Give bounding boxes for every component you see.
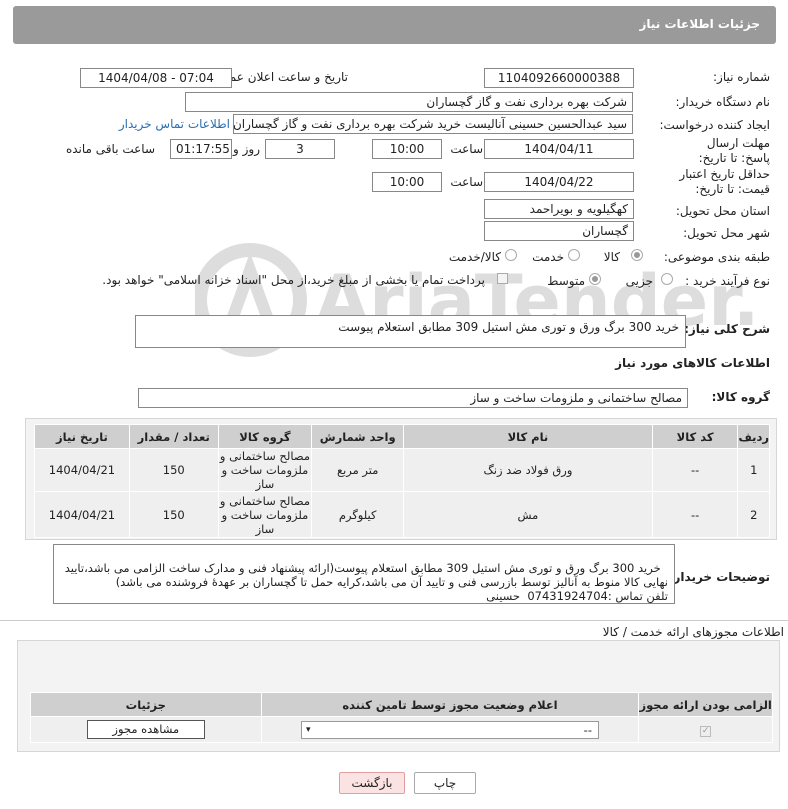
cell-name: ورق فولاد ضد زنگ (403, 448, 653, 492)
buyer-contact-link[interactable]: اطلاعات تماس خریدار (119, 117, 230, 131)
category-option-both: کالا/خدمت (448, 250, 501, 264)
col-group: گروه کالا (217, 424, 313, 449)
category-option-goods: کالا (603, 250, 620, 264)
deadline-time-field: 10:00 (372, 139, 442, 159)
cell-index: 2 (737, 491, 770, 538)
days-label: روز و (233, 142, 260, 156)
chevron-down-icon: ▾ (305, 724, 311, 735)
permit-status-select[interactable]: -- ▾ (300, 720, 599, 739)
remaining-time-field: 01:17:55 (170, 139, 232, 159)
validity-time-field: 10:00 (372, 172, 442, 192)
back-button[interactable]: بازگشت (339, 772, 405, 794)
cell-unit: کیلوگرم (311, 491, 405, 538)
permit-required-cell: ✓ (638, 716, 773, 743)
col-permit-details: جزئیات (30, 692, 262, 717)
need-number-label: شماره نیاز: (713, 70, 770, 84)
cell-qty: 150 (128, 491, 219, 538)
province-field: کهگیلویه و بویراحمد (484, 199, 634, 219)
process-label: نوع فرآیند خرید : (685, 274, 770, 288)
print-button[interactable]: چاپ (414, 772, 476, 794)
cell-index: 1 (737, 448, 770, 492)
page-header: جزئیات اطلاعات نیاز (13, 6, 776, 44)
permits-section-title: اطلاعات مجوزهای ارائه خدمت / کالا (602, 625, 784, 639)
need-number-field: 1104092660000388 (484, 68, 634, 88)
validity-date-field: 1404/04/22 (484, 172, 634, 192)
city-field: گچساران (484, 221, 634, 241)
category-radio-goods[interactable] (631, 249, 643, 261)
col-permit-status: اعلام وضعیت مجوز توسط تامین کننده (260, 692, 640, 717)
col-unit: واحد شمارش (311, 424, 405, 449)
process-option-medium: متوسط (547, 274, 585, 288)
permit-details-cell: مشاهده مجوز (30, 716, 262, 743)
permit-status-cell: -- ▾ (260, 716, 640, 743)
col-code: کد کالا (651, 424, 739, 449)
summary-text: خرید 300 برگ ورق و توری مش استیل 309 مطا… (338, 320, 679, 334)
days-field: 3 (265, 139, 335, 159)
buyer-org-label: نام دستگاه خریدار: (675, 95, 771, 109)
cell-unit: متر مربع (311, 448, 405, 492)
cell-group: مصالح ساختمانی و ملزومات ساخت و ساز (217, 448, 313, 492)
cell-name: مش (403, 491, 653, 538)
view-permit-button[interactable]: مشاهده مجوز (86, 720, 205, 739)
buyer-notes-textarea[interactable]: خرید 300 برگ ورق و توری مش استیل 309 مطا… (53, 544, 675, 604)
category-label: طبقه بندی موضوعی: (663, 250, 770, 264)
cell-code: -- (651, 491, 739, 538)
buyer-org-field: شرکت بهره برداری نفت و گاز گچساران (185, 92, 633, 112)
table-row: 2 -- مش کیلوگرم مصالح ساختمانی و ملزومات… (34, 491, 770, 538)
category-option-service: خدمت (532, 250, 564, 264)
validity-time-label: ساعت (450, 175, 483, 189)
process-radio-minor[interactable] (661, 273, 673, 285)
col-name: نام کالا (403, 424, 653, 449)
process-option-minor: جزیی (625, 274, 653, 288)
validity-label: حداقل تاریخ اعتبار قیمت: تا تاریخ: (679, 167, 770, 196)
deadline-date-field: 1404/04/11 (484, 139, 634, 159)
creator-field: سید عبدالحسین حسینی آنالیست خرید شرکت به… (233, 114, 633, 134)
buyer-notes-text: خرید 300 برگ ورق و توری مش استیل 309 مطا… (64, 561, 668, 603)
col-permit-required: الزامی بودن ارائه مجوز (638, 692, 773, 717)
col-index: ردیف (737, 424, 770, 449)
city-label: شهر محل تحویل: (683, 226, 770, 240)
permit-status-value: -- (583, 722, 592, 737)
table-row: 1 -- ورق فولاد ضد زنگ متر مربع مصالح ساخ… (34, 448, 770, 492)
payment-note: پرداخت تمام یا بخشی از مبلغ خرید،از محل … (102, 273, 485, 287)
goods-group-field: مصالح ساختمانی و ملزومات ساخت و ساز (138, 388, 688, 408)
summary-label: شرح کلی نیاز: (684, 322, 770, 336)
permit-required-checkbox[interactable]: ✓ (700, 726, 712, 737)
summary-textarea[interactable]: خرید 300 برگ ورق و توری مش استیل 309 مطا… (135, 315, 686, 348)
permit-row: ✓ -- ▾ مشاهده مجوز (30, 716, 773, 743)
cell-group: مصالح ساختمانی و ملزومات ساخت و ساز (217, 491, 313, 538)
process-radio-medium[interactable] (589, 273, 601, 285)
cell-date: 1404/04/21 (34, 491, 130, 538)
permits-table: الزامی بودن ارائه مجوز اعلام وضعیت مجوز … (30, 692, 773, 743)
province-label: استان محل تحویل: (675, 204, 770, 218)
goods-group-label: گروه کالا: (711, 390, 770, 404)
goods-section-title: اطلاعات کالاهای مورد نیاز (615, 356, 770, 370)
treasury-checkbox[interactable] (497, 273, 508, 284)
cell-qty: 150 (128, 448, 219, 492)
deadline-label: مهلت ارسال پاسخ: تا تاریخ: (698, 136, 770, 165)
remaining-label: ساعت باقی مانده (65, 142, 155, 156)
deadline-time-label: ساعت (450, 142, 483, 156)
col-qty: تعداد / مقدار (128, 424, 219, 449)
category-radio-service[interactable] (568, 249, 580, 261)
category-radio-both[interactable] (505, 249, 517, 261)
col-date: تاریخ نیاز (34, 424, 130, 449)
creator-label: ایجاد کننده درخواست: (659, 118, 770, 132)
goods-table: ردیف کد کالا نام کالا واحد شمارش گروه کا… (34, 424, 770, 538)
section-divider (0, 620, 788, 621)
cell-code: -- (651, 448, 739, 492)
cell-date: 1404/04/21 (34, 448, 130, 492)
page-title: جزئیات اطلاعات نیاز (639, 17, 760, 31)
buyer-notes-label: توضیحات خریدار: (668, 570, 770, 584)
announce-field: 1404/04/08 - 07:04 (80, 68, 232, 88)
